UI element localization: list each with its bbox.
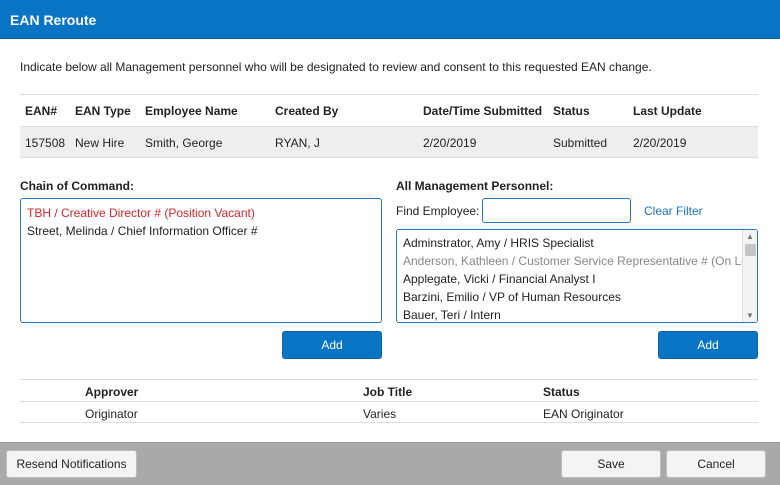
find-employee-input[interactable] <box>482 198 631 223</box>
ean-type-cell: New Hire <box>75 136 125 150</box>
last-update-cell: 2/20/2019 <box>633 136 687 150</box>
column-header-status: Status <box>553 104 590 118</box>
status-cell: Submitted <box>553 136 608 150</box>
column-header-approver-status: Status <box>543 385 580 399</box>
add-management-button[interactable]: Add <box>658 331 758 359</box>
column-header-ean-type: EAN Type <box>75 104 131 118</box>
scroll-up-icon[interactable]: ▲ <box>743 230 757 243</box>
created-by-cell: RYAN, J <box>275 136 320 150</box>
list-item[interactable]: Anderson, Kathleen / Customer Service Re… <box>397 252 757 270</box>
list-scrollbar[interactable]: ▲ ▼ <box>742 230 757 322</box>
resend-notifications-button[interactable]: Resend Notifications <box>6 450 137 478</box>
column-header-job-title: Job Title <box>363 385 413 399</box>
list-item[interactable]: TBH / Creative Director # (Position Vaca… <box>21 204 381 222</box>
list-item[interactable]: Barzini, Emilio / VP of Human Resources <box>397 288 741 306</box>
save-button[interactable]: Save <box>561 450 661 478</box>
cancel-button[interactable]: Cancel <box>666 450 766 478</box>
chain-of-command-list[interactable]: TBH / Creative Director # (Position Vaca… <box>20 198 382 323</box>
ean-table-header: EAN# EAN Type Employee Name Created By D… <box>20 94 758 126</box>
chain-of-command-label: Chain of Command: <box>20 179 134 193</box>
management-personnel-list[interactable]: Adminstrator, Amy / HRIS Specialist Ande… <box>396 229 758 323</box>
employee-name-cell: Smith, George <box>145 136 223 150</box>
column-header-employee-name: Employee Name <box>145 104 238 118</box>
column-header-last-update: Last Update <box>633 104 702 118</box>
instructions-text: Indicate below all Management personnel … <box>20 60 652 74</box>
clear-filter-link[interactable]: Clear Filter <box>644 204 703 218</box>
date-submitted-cell: 2/20/2019 <box>423 136 477 150</box>
dialog-titlebar: EAN Reroute <box>0 0 780 39</box>
list-item[interactable]: Bauer, Teri / Intern <box>397 306 741 322</box>
column-header-ean-number: EAN# <box>25 104 58 118</box>
ean-number-cell: 157508 <box>25 136 66 150</box>
management-personnel-label: All Management Personnel: <box>396 179 554 193</box>
dialog-title: EAN Reroute <box>10 12 97 28</box>
list-item[interactable]: Adminstrator, Amy / HRIS Specialist <box>397 234 741 252</box>
approver-status-cell: EAN Originator <box>543 407 624 421</box>
scroll-down-icon[interactable]: ▼ <box>743 309 757 322</box>
table-row: 157508 New Hire Smith, George RYAN, J 2/… <box>20 126 758 158</box>
add-chain-button[interactable]: Add <box>282 331 382 359</box>
scroll-thumb[interactable] <box>745 244 756 256</box>
list-item[interactable]: Applegate, Vicki / Financial Analyst I <box>397 270 741 288</box>
job-title-cell: Varies <box>363 407 397 421</box>
column-header-date-submitted: Date/Time Submitted <box>423 104 543 118</box>
dialog-footer: Resend Notifications Save Cancel <box>0 442 780 485</box>
table-row: Originator Varies EAN Originator <box>20 401 758 423</box>
ean-summary-table: EAN# EAN Type Employee Name Created By D… <box>20 94 758 158</box>
column-header-approver: Approver <box>85 385 139 399</box>
list-item[interactable]: Street, Melinda / Chief Information Offi… <box>21 222 381 240</box>
find-employee-label: Find Employee: <box>396 204 480 218</box>
approver-cell: Originator <box>85 407 138 421</box>
column-header-created-by: Created By <box>275 104 339 118</box>
approver-table: Approver Job Title Status Originator Var… <box>20 379 758 423</box>
approver-table-header: Approver Job Title Status <box>20 379 758 401</box>
